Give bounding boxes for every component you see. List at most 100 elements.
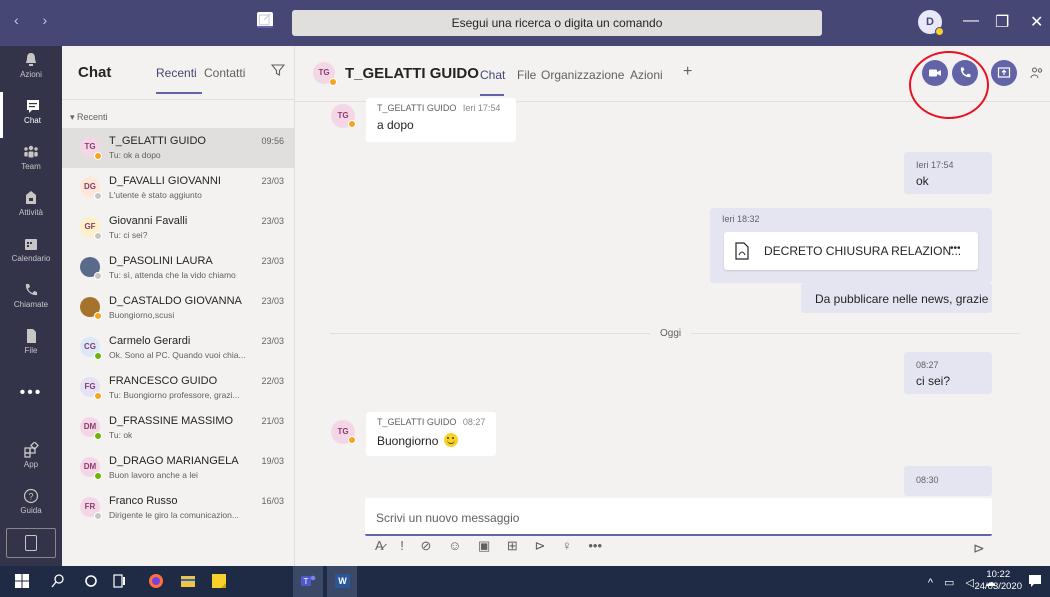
sticky-notes-icon[interactable] <box>211 573 227 589</box>
chat-list-item[interactable]: DG D_FAVALLI GIOVANNI L'utente è stato agg… <box>62 168 294 208</box>
tab-file[interactable]: File <box>517 68 536 82</box>
search-input[interactable]: Esegui una ricerca o digita un comando <box>292 10 822 36</box>
section-header-recenti[interactable]: ▾ Recenti <box>70 112 108 123</box>
message-preview: Tu: ci sei? <box>109 230 148 240</box>
minimize-button[interactable]: — <box>963 12 979 30</box>
back-forward-nav[interactable]: ‹ › <box>14 12 57 28</box>
rail-file[interactable]: File <box>0 322 62 368</box>
chat-list-item[interactable]: GF Giovanni Favalli Tu: ci sei? 23/03 <box>62 208 294 248</box>
teams-taskbar-button[interactable]: T <box>293 566 323 597</box>
notification-icon[interactable] <box>1028 574 1042 588</box>
contact-name: Giovanni Favalli <box>109 215 188 227</box>
tab-recenti[interactable]: Recenti <box>156 66 197 80</box>
contact-name: FRANCESCO GUIDO <box>109 375 218 387</box>
status-badge <box>94 472 102 480</box>
avatar-initials: FG <box>84 382 96 391</box>
message-preview: Ok. Sono al PC. Quando vuoi chia... <box>109 350 246 360</box>
file-icon <box>27 329 36 343</box>
briefcase-icon <box>26 191 36 204</box>
clock[interactable]: 10:22 24/03/2020 <box>974 569 1022 593</box>
task-view-icon[interactable] <box>111 573 127 589</box>
file-more-button[interactable]: ••• <box>950 243 961 254</box>
tab-chat[interactable]: Chat <box>480 68 505 82</box>
conversation-avatar[interactable]: TG <box>313 62 337 86</box>
chat-list-item[interactable]: D_PASOLINI LAURA Tu: sì, attenda che la v… <box>62 248 294 288</box>
compose-box[interactable]: Scrivi un nuovo messaggio <box>365 498 992 536</box>
attach-icon[interactable]: ⊘ <box>421 538 432 553</box>
message-time: 19/03 <box>261 456 284 466</box>
chat-list-item[interactable]: DM D_FRASSINE MASSIMO Tu: ok 21/03 <box>62 408 294 448</box>
profile-avatar[interactable]: D <box>918 10 944 36</box>
maximize-button[interactable]: ❐ <box>995 12 1009 32</box>
help-icon: ? <box>23 488 39 504</box>
status-badge <box>94 192 102 200</box>
tab-contatti[interactable]: Contatti <box>204 66 245 80</box>
active-tab-indicator <box>156 92 202 94</box>
sticker-icon[interactable]: ⊞ <box>507 538 518 553</box>
file-name: DECRETO CHIUSURA RELAZION... <box>764 244 962 258</box>
contact-name: Carmelo Gerardi <box>109 335 191 347</box>
add-tab-button[interactable]: + <box>683 63 692 81</box>
message-time: 21/03 <box>261 416 284 426</box>
cortana-icon[interactable] <box>83 573 99 589</box>
message-preview: Tu: Buongiorno professore, grazi... <box>109 390 240 400</box>
send-button[interactable]: ⊳ <box>973 540 985 557</box>
tab-organizzazione[interactable]: Organizzazione <box>541 68 624 82</box>
share-screen-button[interactable] <box>991 60 1017 86</box>
chat-list-item[interactable]: DM D_DRAGO MARIANGELA Buon lavoro anche a … <box>62 448 294 488</box>
chat-list-item[interactable]: D_CASTALDO GIOVANNA Buongiorno,scusi 23/03 <box>62 288 294 328</box>
praise-icon[interactable]: ♀ <box>562 538 572 553</box>
pdf-file-icon <box>735 242 749 260</box>
rail-guida[interactable]: ? Guida <box>0 482 62 528</box>
search-icon[interactable] <box>50 573 66 589</box>
status-badge <box>94 432 102 440</box>
rail-chat[interactable]: Chat <box>0 92 62 138</box>
tab-azioni[interactable]: Azioni <box>630 68 663 82</box>
rail-chiamate[interactable]: Chiamate <box>0 276 62 322</box>
message-preview: Dirigente le giro la comunicazion... <box>109 510 239 520</box>
status-badge <box>94 512 102 520</box>
status-badge <box>94 312 102 320</box>
chat-list-item[interactable]: TG T_GELATTI GUIDO Tu: ok a dopo 09:56 <box>62 128 294 168</box>
format-icon[interactable]: A̷ <box>375 538 384 553</box>
word-taskbar-button[interactable]: W <box>327 566 357 597</box>
message-preview: Tu: ok <box>109 430 133 440</box>
more-apps-button[interactable]: ••• <box>0 384 62 402</box>
status-badge <box>329 78 337 86</box>
message-time: 22/03 <box>261 376 284 386</box>
message-time: 08:27 <box>916 360 939 370</box>
new-chat-icon[interactable] <box>257 12 273 28</box>
chat-list-item[interactable]: CG Carmelo Gerardi Ok. Sono al PC. Quando … <box>62 328 294 368</box>
file-attachment-card[interactable]: DECRETO CHIUSURA RELAZION... ••• <box>724 232 978 270</box>
device-icon[interactable] <box>6 528 56 558</box>
rail-app[interactable]: App <box>0 436 62 482</box>
emoji-icon[interactable]: ☺ <box>448 538 461 553</box>
rail-attivita[interactable]: Attività <box>0 184 62 230</box>
rail-team[interactable]: Team <box>0 138 62 184</box>
chat-list-item[interactable]: FR Franco Russo Dirigente le giro la comun… <box>62 488 294 528</box>
firefox-icon[interactable] <box>148 573 164 589</box>
filter-icon[interactable] <box>271 63 285 77</box>
contact-name: D_FAVALLI GIOVANNI <box>109 175 221 187</box>
clock-date: 24/03/2020 <box>974 581 1022 592</box>
add-people-icon[interactable] <box>1030 66 1044 80</box>
title-bar: ‹ › Esegui una ricerca o digita un coman… <box>0 0 1050 46</box>
message-time: Ieri 17:54 <box>462 103 501 113</box>
outgoing-message: Ieri 17:54 ok <box>904 152 992 194</box>
file-explorer-icon[interactable] <box>180 573 196 589</box>
share-screen-icon <box>997 67 1011 78</box>
contact-name: D_PASOLINI LAURA <box>109 255 213 267</box>
chat-list-item[interactable]: FG FRANCESCO GUIDO Tu: Buongiorno professo… <box>62 368 294 408</box>
more-options-icon[interactable]: ••• <box>588 538 602 553</box>
close-button[interactable]: ✕ <box>1030 12 1043 32</box>
rail-label: App <box>23 460 39 469</box>
meet-icon[interactable]: ⊳ <box>534 538 545 553</box>
status-badge <box>94 232 102 240</box>
rail-azioni[interactable]: Azioni <box>0 46 62 92</box>
chat-list-header: Chat Recenti Contatti <box>62 46 295 100</box>
gif-icon[interactable]: ▣ <box>478 538 490 553</box>
smiley-emoji-icon <box>443 433 458 447</box>
important-icon[interactable]: ! <box>400 538 404 553</box>
rail-calendario[interactable]: Calendario <box>0 230 62 276</box>
windows-start-icon[interactable] <box>14 573 30 589</box>
